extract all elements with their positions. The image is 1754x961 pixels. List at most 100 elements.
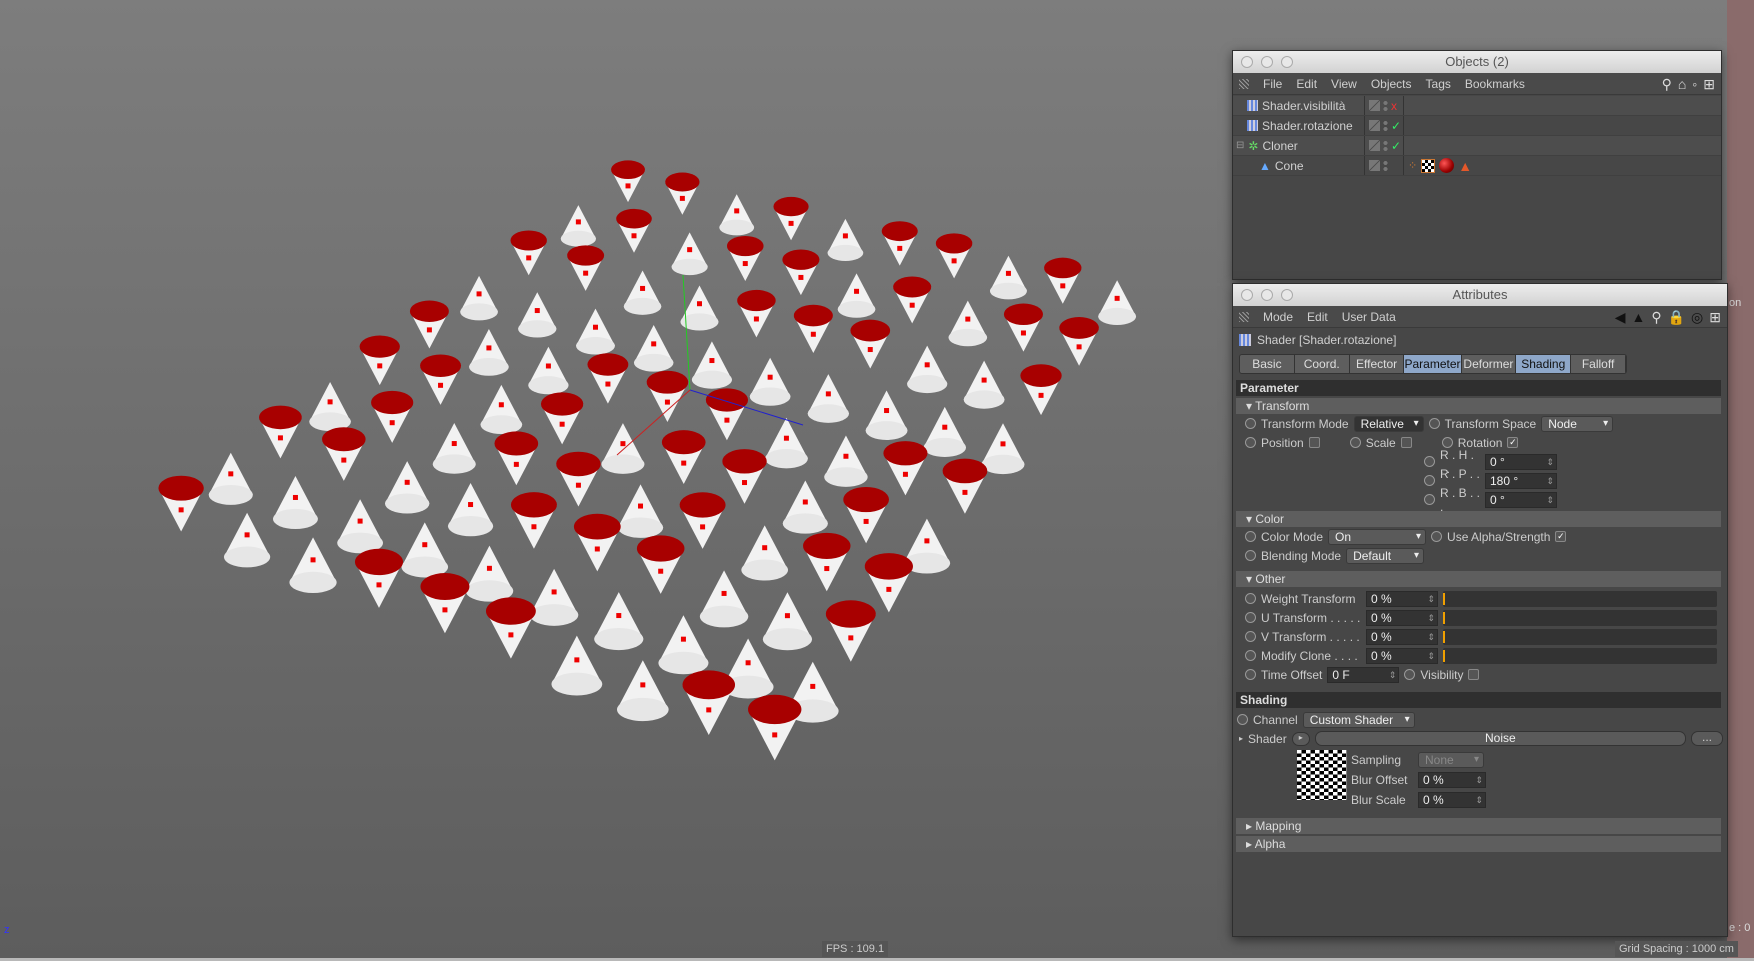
channel-dropdown[interactable]: Custom Shader <box>1302 711 1415 728</box>
group-other[interactable]: ▾ Other <box>1236 571 1721 587</box>
animate-radio[interactable] <box>1349 437 1361 448</box>
animate-radio[interactable] <box>1245 550 1256 561</box>
search-icon[interactable]: ⚲ <box>1651 309 1661 326</box>
minimize-button[interactable] <box>1261 56 1273 68</box>
animate-radio[interactable] <box>1245 437 1256 448</box>
grip-icon[interactable] <box>1239 311 1249 322</box>
v-transform-field[interactable]: 0 % <box>1366 628 1438 645</box>
objects-titlebar[interactable]: Objects (2) <box>1233 51 1721 73</box>
group-alpha[interactable]: ▸ Alpha <box>1236 836 1721 852</box>
transform-space-dropdown[interactable]: Node <box>1541 415 1614 432</box>
new-panel-icon[interactable]: ⊞ <box>1709 309 1721 326</box>
animate-radio[interactable] <box>1245 650 1256 661</box>
weight-transform-slider[interactable] <box>1443 590 1717 607</box>
object-row[interactable]: Shader.visibilità x <box>1233 96 1721 116</box>
rp-field[interactable]: 180 ° <box>1485 472 1557 489</box>
tab-shading[interactable]: Shading <box>1516 355 1572 373</box>
visibility-dots-icon[interactable] <box>1383 99 1388 112</box>
disabled-icon[interactable]: x <box>1391 99 1397 113</box>
enabled-icon[interactable]: ✓ <box>1391 139 1401 153</box>
attributes-titlebar[interactable]: Attributes <box>1233 284 1727 306</box>
menu-bookmarks[interactable]: Bookmarks <box>1465 77 1525 91</box>
tab-deformer[interactable]: Deformer <box>1461 355 1517 373</box>
animate-radio[interactable] <box>1245 669 1256 680</box>
blur-scale-field[interactable]: 0 % <box>1418 792 1486 808</box>
weight-transform-field[interactable]: 0 % <box>1366 590 1438 607</box>
tab-effector[interactable]: Effector <box>1349 355 1405 373</box>
object-name[interactable]: Shader.visibilità <box>1262 99 1345 113</box>
back-arrow-icon[interactable]: ◀ <box>1615 309 1626 326</box>
menu-file[interactable]: File <box>1263 77 1282 91</box>
animate-radio[interactable] <box>1245 612 1256 623</box>
tab-parameter[interactable]: Parameter <box>1404 355 1462 373</box>
blur-offset-field[interactable]: 0 % <box>1418 772 1486 788</box>
animate-radio[interactable] <box>1404 669 1416 680</box>
color-mode-dropdown[interactable]: On <box>1328 528 1427 545</box>
layer-icon[interactable] <box>1369 140 1380 151</box>
phong-tag-icon[interactable]: ⁘ <box>1408 159 1417 172</box>
zoom-button[interactable] <box>1281 289 1293 301</box>
tab-basic[interactable]: Basic <box>1240 355 1295 373</box>
u-transform-field[interactable]: 0 % <box>1366 609 1438 626</box>
modify-clone-slider[interactable] <box>1443 647 1717 664</box>
v-transform-slider[interactable] <box>1443 628 1717 645</box>
menu-user-data[interactable]: User Data <box>1342 310 1396 324</box>
time-offset-field[interactable]: 0 F <box>1327 666 1400 683</box>
group-mapping[interactable]: ▸ Mapping <box>1236 818 1721 834</box>
menu-view[interactable]: View <box>1331 77 1357 91</box>
rotation-checkbox[interactable]: ✓ <box>1507 437 1519 448</box>
blending-mode-dropdown[interactable]: Default <box>1346 547 1425 564</box>
u-transform-slider[interactable] <box>1443 609 1717 626</box>
use-alpha-checkbox[interactable]: ✓ <box>1555 531 1567 542</box>
noise-preview-thumbnail[interactable] <box>1297 750 1347 800</box>
zoom-button[interactable] <box>1281 56 1293 68</box>
position-checkbox[interactable] <box>1308 437 1320 448</box>
shader-noise-button[interactable]: Noise <box>1314 731 1686 746</box>
menu-mode[interactable]: Mode <box>1263 310 1293 324</box>
display-tag-icon[interactable]: ▲ <box>1458 158 1472 174</box>
tab-falloff[interactable]: Falloff <box>1571 355 1626 373</box>
object-row[interactable]: ⊟ ✲ Cloner ✓ <box>1233 136 1721 156</box>
texture-tag-icon[interactable] <box>1421 158 1436 173</box>
animate-radio[interactable] <box>1237 714 1248 725</box>
menu-objects[interactable]: Objects <box>1371 77 1412 91</box>
up-arrow-icon[interactable]: ▲ <box>1631 309 1645 326</box>
tab-coord[interactable]: Coord. <box>1294 355 1350 373</box>
animate-radio[interactable] <box>1424 475 1435 486</box>
close-button[interactable] <box>1241 289 1253 301</box>
search-icon[interactable]: ⚲ <box>1662 76 1672 93</box>
rb-field[interactable]: 0 ° <box>1485 491 1557 508</box>
visibility-checkbox[interactable] <box>1468 669 1480 680</box>
sampling-dropdown[interactable]: None <box>1418 752 1484 768</box>
enabled-icon[interactable]: ✓ <box>1391 119 1401 133</box>
menu-edit[interactable]: Edit <box>1307 310 1328 324</box>
animate-radio[interactable] <box>1424 456 1435 467</box>
menu-edit[interactable]: Edit <box>1296 77 1317 91</box>
close-button[interactable] <box>1241 56 1253 68</box>
animate-radio[interactable] <box>1245 418 1256 429</box>
modify-clone-field[interactable]: 0 % <box>1366 647 1438 664</box>
home-icon[interactable]: ⌂ <box>1678 76 1686 93</box>
layer-icon[interactable] <box>1369 120 1380 131</box>
transform-mode-dropdown[interactable]: Relative <box>1353 415 1424 432</box>
animate-radio[interactable] <box>1245 631 1256 642</box>
visibility-dots-icon[interactable] <box>1383 139 1388 152</box>
animate-radio[interactable] <box>1428 418 1440 429</box>
visibility-dots-icon[interactable] <box>1383 159 1388 172</box>
scale-checkbox[interactable] <box>1400 437 1412 448</box>
animate-radio[interactable] <box>1245 531 1256 542</box>
target-icon[interactable]: ◎ <box>1691 309 1703 326</box>
lock-icon[interactable]: 🔒 <box>1668 309 1685 326</box>
animate-radio[interactable] <box>1245 593 1256 604</box>
object-name[interactable]: Cloner <box>1262 139 1297 153</box>
eye-icon[interactable]: ◦ <box>1692 76 1697 93</box>
object-name[interactable]: Shader.rotazione <box>1262 119 1353 133</box>
menu-tags[interactable]: Tags <box>1426 77 1451 91</box>
minimize-button[interactable] <box>1261 289 1273 301</box>
shader-arrow-button[interactable]: ▸ <box>1291 731 1310 746</box>
object-name[interactable]: Cone <box>1275 159 1304 173</box>
animate-radio[interactable] <box>1431 531 1443 542</box>
object-row[interactable]: ▲ Cone ⁘ ▲ <box>1233 156 1721 176</box>
grip-icon[interactable] <box>1239 78 1249 89</box>
group-transform[interactable]: ▾ Transform <box>1236 398 1721 414</box>
